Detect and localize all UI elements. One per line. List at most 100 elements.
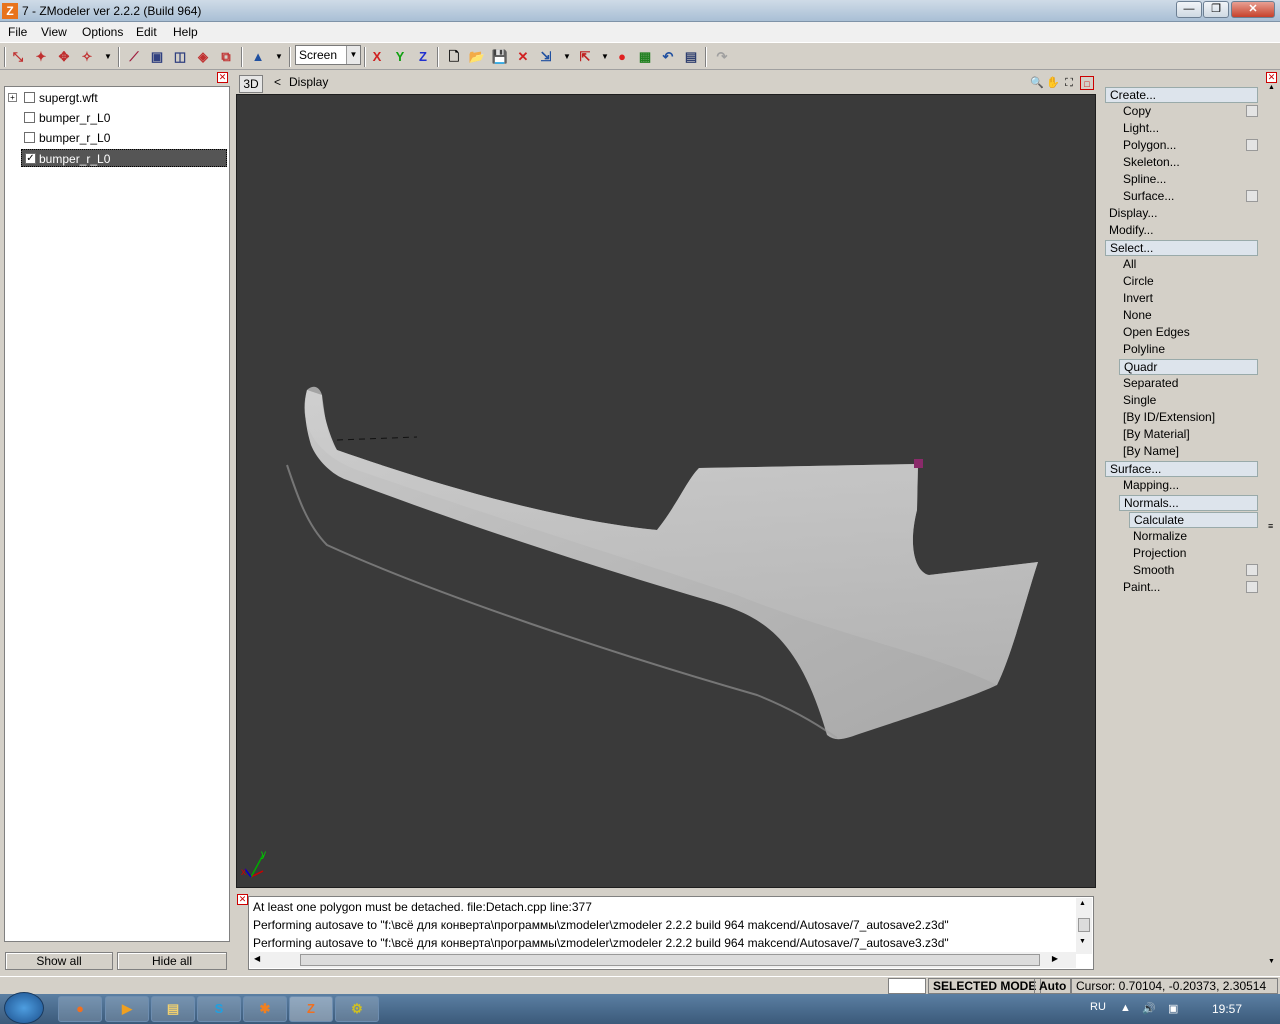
fit-view-icon[interactable]: ⛶ [1062, 76, 1076, 90]
command-item[interactable]: Quadr [1119, 359, 1258, 375]
command-options-checkbox[interactable] [1246, 564, 1258, 576]
command-item[interactable]: Open Edges [1119, 325, 1258, 341]
command-options-checkbox[interactable] [1246, 581, 1258, 593]
command-item[interactable]: [By ID/Extension] [1119, 410, 1258, 426]
log-output[interactable]: At least one polygon must be detached. f… [248, 896, 1094, 970]
auto-mode-indicator[interactable]: Auto [1034, 978, 1072, 994]
group-mode-icon[interactable]: ⧉ [217, 48, 235, 66]
import-icon[interactable]: ⇲ [537, 48, 555, 66]
notes-icon[interactable]: ▤ [682, 48, 700, 66]
command-item[interactable]: None [1119, 308, 1258, 324]
app-taskbar-icon[interactable]: ✱ [243, 996, 287, 1022]
command-item[interactable]: All [1119, 257, 1258, 273]
pick-tool-icon[interactable]: ✦ [32, 48, 50, 66]
scroll-down-icon[interactable]: ▼ [1268, 958, 1275, 965]
bumper-model[interactable] [286, 386, 1038, 740]
command-item[interactable]: Normalize [1129, 529, 1258, 545]
export-icon[interactable]: ⇱ [576, 48, 594, 66]
visibility-checkbox[interactable] [24, 92, 35, 103]
show-all-button[interactable]: Show all [5, 952, 113, 970]
zoom-icon[interactable]: 🔍 [1030, 76, 1044, 90]
undo-icon[interactable]: ↶ [659, 48, 677, 66]
log-vertical-scrollbar[interactable]: ▲ ▼ [1076, 898, 1092, 954]
scroll-up-icon[interactable]: ▲ [1268, 84, 1275, 91]
menu-help[interactable]: Help [173, 25, 198, 39]
command-item[interactable]: Polyline [1119, 342, 1258, 358]
hide-all-button[interactable]: Hide all [117, 952, 227, 970]
menu-options[interactable]: Options [82, 25, 123, 39]
command-item[interactable]: Create... [1105, 87, 1258, 103]
volume-icon[interactable]: 🔊 [1142, 1002, 1156, 1015]
viewport-mode-button[interactable]: 3D [239, 75, 263, 93]
explorer-taskbar-icon[interactable]: ▤ [151, 996, 195, 1022]
axis-x-toggle[interactable]: X [368, 48, 386, 66]
axis-y-toggle[interactable]: Y [391, 48, 409, 66]
command-item[interactable]: Polygon... [1119, 138, 1258, 154]
object-mode-icon[interactable]: ◈ [194, 48, 212, 66]
command-item[interactable]: Light... [1119, 121, 1258, 137]
skype-taskbar-icon[interactable]: S [197, 996, 241, 1022]
keyboard-language[interactable]: RU [1090, 1001, 1106, 1013]
open-folder-icon[interactable]: 📂 [468, 48, 486, 66]
command-options-checkbox[interactable] [1246, 139, 1258, 151]
media-player-taskbar-icon[interactable]: ▶ [105, 996, 149, 1022]
command-scrollbar[interactable]: ▲ ≡ ▼ [1266, 84, 1278, 972]
command-item[interactable]: Select... [1105, 240, 1258, 256]
vertex-mode-icon[interactable]: ⟋ [125, 48, 143, 66]
axis-gizmo-icon[interactable]: ▲ [249, 48, 267, 66]
delete-icon[interactable]: ✕ [514, 48, 532, 66]
command-item[interactable]: [By Material] [1119, 427, 1258, 443]
network-icon[interactable]: ▣ [1168, 1002, 1178, 1015]
save-icon[interactable]: 💾 [491, 48, 509, 66]
command-item[interactable]: Single [1119, 393, 1258, 409]
scroll-grip-icon[interactable]: ≡ [1268, 521, 1273, 531]
material-editor-icon[interactable]: ▦ [636, 48, 654, 66]
tree-item[interactable]: bumper_r_L0 [5, 109, 229, 127]
start-button[interactable] [4, 992, 44, 1024]
scroll-down-icon[interactable]: ▼ [1079, 938, 1086, 945]
scroll-right-icon[interactable]: ▶ [1052, 954, 1058, 963]
firefox-taskbar-icon[interactable]: ● [58, 996, 102, 1022]
zmodeler-taskbar-icon[interactable]: Z [289, 996, 333, 1022]
menu-edit[interactable]: Edit [136, 25, 157, 39]
pan-hand-icon[interactable]: ✋ [1046, 76, 1060, 90]
command-options-checkbox[interactable] [1246, 190, 1258, 202]
selected-vertex-marker[interactable] [914, 459, 923, 468]
close-icon[interactable]: ✕ [217, 72, 228, 83]
close-button[interactable]: ✕ [1231, 1, 1275, 18]
visibility-checkbox[interactable] [24, 132, 35, 143]
close-icon[interactable]: ✕ [237, 894, 248, 905]
tray-expand-icon[interactable]: ▲ [1120, 1002, 1131, 1014]
command-options-checkbox[interactable] [1246, 105, 1258, 117]
tree-item-selected[interactable]: ✓ bumper_r_L0 [21, 149, 227, 167]
tree-item[interactable]: + supergt.wft [5, 89, 229, 107]
command-item[interactable]: Mapping... [1119, 478, 1258, 494]
command-item[interactable]: Display... [1105, 206, 1258, 222]
command-item[interactable]: Paint... [1119, 580, 1258, 596]
edge-mode-icon[interactable]: ▣ [148, 48, 166, 66]
viewport-back-button[interactable]: < [274, 75, 281, 89]
command-item[interactable]: Copy [1119, 104, 1258, 120]
3d-viewport[interactable]: y x [236, 94, 1096, 888]
menu-view[interactable]: View [41, 25, 67, 39]
log-horizontal-scrollbar[interactable]: ◀ ▶ [250, 952, 1076, 968]
scroll-thumb[interactable] [1078, 918, 1090, 932]
command-item[interactable]: Normals... [1119, 495, 1258, 511]
command-item[interactable]: Invert [1119, 291, 1258, 307]
expand-icon[interactable]: + [8, 93, 17, 102]
command-item[interactable]: Spline... [1119, 172, 1258, 188]
visibility-checkbox[interactable]: ✓ [25, 153, 36, 164]
maximize-viewport-icon[interactable]: □ [1080, 76, 1094, 90]
dropdown-arrow-icon[interactable]: ▼ [270, 48, 288, 66]
scroll-thumb[interactable] [300, 954, 1040, 966]
dropdown-arrow-icon[interactable]: ▼ [99, 48, 117, 66]
axis-z-toggle[interactable]: Z [414, 48, 432, 66]
tree-item[interactable]: bumper_r_L0 [5, 129, 229, 147]
dropdown-arrow-icon[interactable]: ▼ [596, 48, 614, 66]
minimize-button[interactable]: — [1176, 1, 1202, 18]
coordinate-space-select[interactable]: Screen ▼ [295, 45, 361, 65]
new-file-icon[interactable]: 🗋 [445, 48, 463, 66]
command-item[interactable]: Calculate [1129, 512, 1258, 528]
selection-mode-indicator[interactable]: SELECTED MODE [928, 978, 1042, 994]
tool-options-icon[interactable]: ✧ [78, 48, 96, 66]
